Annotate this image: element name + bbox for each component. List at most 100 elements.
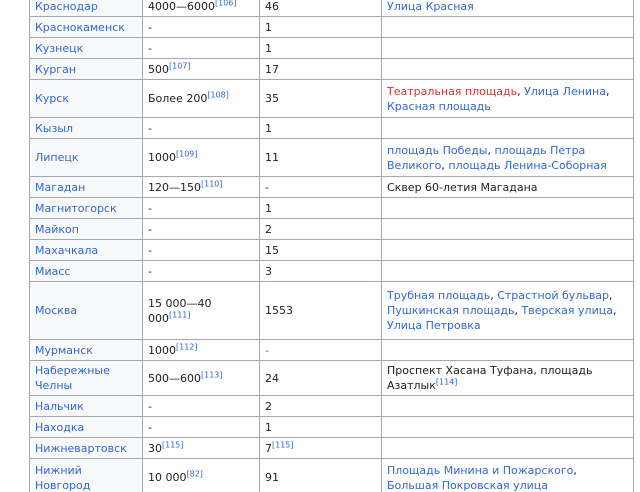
city-link[interactable]: Магадан <box>35 181 85 194</box>
participants-value: 500 <box>148 62 169 76</box>
participants-value: 4000—6000 <box>148 0 215 13</box>
participants-value: - <box>148 420 152 434</box>
city-link[interactable]: Кузнецк <box>35 42 83 55</box>
city-link[interactable]: Магнитогорск <box>35 202 117 215</box>
city-link[interactable]: Махачкала <box>35 244 98 257</box>
participants-cell: 120—150[110] <box>142 176 260 198</box>
place-link[interactable]: Красная площадь <box>387 100 491 113</box>
participants-cell: - <box>142 260 260 282</box>
participants-value: - <box>148 264 152 278</box>
detentions-cell: 11 <box>259 138 382 177</box>
table-row: Магадан 120—150[110] - Сквер 60-летия Магад… <box>29 176 634 198</box>
city-link[interactable]: Майкоп <box>35 223 79 236</box>
detentions-cell: - <box>259 339 382 361</box>
city-link[interactable]: Курган <box>35 63 76 76</box>
participants-cell: 1000[112] <box>142 339 260 361</box>
city-link[interactable]: Краснокаменск <box>35 21 125 34</box>
detentions-cell: 1 <box>259 37 382 59</box>
reference-link[interactable]: [108] <box>207 90 229 99</box>
city-cell: Кузнецк <box>29 37 143 59</box>
city-cell: Нижневартовск <box>29 437 143 459</box>
place-text: , <box>609 289 613 302</box>
detentions-value: 2 <box>265 222 272 236</box>
places-cell: Площадь Минина и Пожарского, Большая Пок… <box>381 458 634 492</box>
detentions-value: - <box>265 180 269 194</box>
city-link[interactable]: Курск <box>35 92 69 105</box>
table-body: Краснодар 4000—6000[106] 46 Улица Красная Кр… <box>29 0 634 492</box>
detentions-cell: 91 <box>259 458 382 492</box>
city-cell: Находка <box>29 416 143 438</box>
detentions-value: 1 <box>265 41 272 55</box>
place-link[interactable]: Площадь Минина и Пожарского <box>387 464 573 477</box>
detentions-cell: 1 <box>259 117 382 139</box>
city-link[interactable]: Мурманск <box>35 344 93 357</box>
table-row: Курск Более 200[108] 35 Театральная площадь… <box>29 79 634 118</box>
detentions-value: 35 <box>265 92 279 105</box>
detentions-cell: 46 <box>259 0 382 17</box>
place-link[interactable]: Пушкинская площадь <box>387 304 515 317</box>
city-link[interactable]: Кызыл <box>35 122 73 135</box>
participants-cell: - <box>142 16 260 38</box>
city-link[interactable]: Нижний Новгород <box>35 464 90 492</box>
table-row: Липецк 1000[109] 11 площадь Победы, площадь… <box>29 138 634 177</box>
place-link[interactable]: Улица Петровка <box>387 319 481 332</box>
participants-cell: 1000[109] <box>142 138 260 177</box>
place-link[interactable]: Страстной бульвар <box>497 289 609 302</box>
table-row: Курган 500[107] 17 <box>29 58 634 80</box>
city-link[interactable]: Миасс <box>35 265 70 278</box>
reference-link[interactable]: [114] <box>436 377 458 386</box>
reference-link[interactable]: [107] <box>169 61 191 70</box>
place-link[interactable]: Тверская улица <box>522 304 613 317</box>
detentions-value: 1 <box>265 20 272 34</box>
participants-value: 30 <box>148 441 162 455</box>
place-link[interactable]: площадь Ленина-Соборная <box>448 159 606 172</box>
table-row: Нижневартовск 30[115] 7[115] <box>29 437 634 459</box>
table-row: Находка - 1 <box>29 416 634 438</box>
participants-cell: - <box>142 37 260 59</box>
city-link[interactable]: Краснодар <box>35 0 98 13</box>
reference-link[interactable]: [111] <box>169 310 191 319</box>
place-link[interactable]: Трубная площадь <box>387 289 490 302</box>
place-link[interactable]: Театральная площадь <box>387 85 517 98</box>
participants-value: - <box>148 222 152 236</box>
table-row: Краснокаменск - 1 <box>29 16 634 38</box>
participants-value: 120—150 <box>148 180 201 194</box>
place-link[interactable]: площадь Победы <box>387 144 487 157</box>
table-row: Магнитогорск - 1 <box>29 197 634 219</box>
detentions-cell: 24 <box>259 360 382 396</box>
participants-cell: 500[107] <box>142 58 260 80</box>
place-link[interactable]: Улица Ленина <box>524 85 606 98</box>
places-cell <box>381 260 634 282</box>
reference-link[interactable]: [115] <box>272 440 294 449</box>
reference-link[interactable]: [115] <box>162 440 184 449</box>
place-link[interactable]: Улица Красная <box>387 0 474 13</box>
reference-link[interactable]: [82] <box>187 469 203 478</box>
places-cell <box>381 416 634 438</box>
reference-link[interactable]: [109] <box>176 149 198 158</box>
reference-link[interactable]: [106] <box>215 0 237 7</box>
places-cell <box>381 58 634 80</box>
detentions-value: 46 <box>265 0 279 13</box>
table-row: Набережные Челны 500—600[113] 24 Проспект Х… <box>29 360 634 396</box>
places-cell <box>381 239 634 261</box>
places-cell <box>381 197 634 219</box>
detentions-cell: 1 <box>259 16 382 38</box>
city-link[interactable]: Нальчик <box>35 400 84 413</box>
participants-value: 10 000 <box>148 471 187 484</box>
city-link[interactable]: Нижневартовск <box>35 442 127 455</box>
participants-cell: - <box>142 395 260 417</box>
city-cell: Курган <box>29 58 143 80</box>
reference-link[interactable]: [113] <box>201 370 223 379</box>
place-text: , <box>573 463 577 477</box>
city-link[interactable]: Москва <box>35 304 77 317</box>
city-link[interactable]: Находка <box>35 421 84 434</box>
place-link[interactable]: Большая Покровская улица <box>387 479 548 492</box>
city-cell: Махачкала <box>29 239 143 261</box>
city-link[interactable]: Набережные Челны <box>35 364 110 392</box>
place-text: , <box>514 304 522 317</box>
detentions-cell: 1 <box>259 197 382 219</box>
reference-link[interactable]: [112] <box>176 342 198 351</box>
detentions-cell: 17 <box>259 58 382 80</box>
city-link[interactable]: Липецк <box>35 151 79 164</box>
reference-link[interactable]: [110] <box>201 179 223 188</box>
